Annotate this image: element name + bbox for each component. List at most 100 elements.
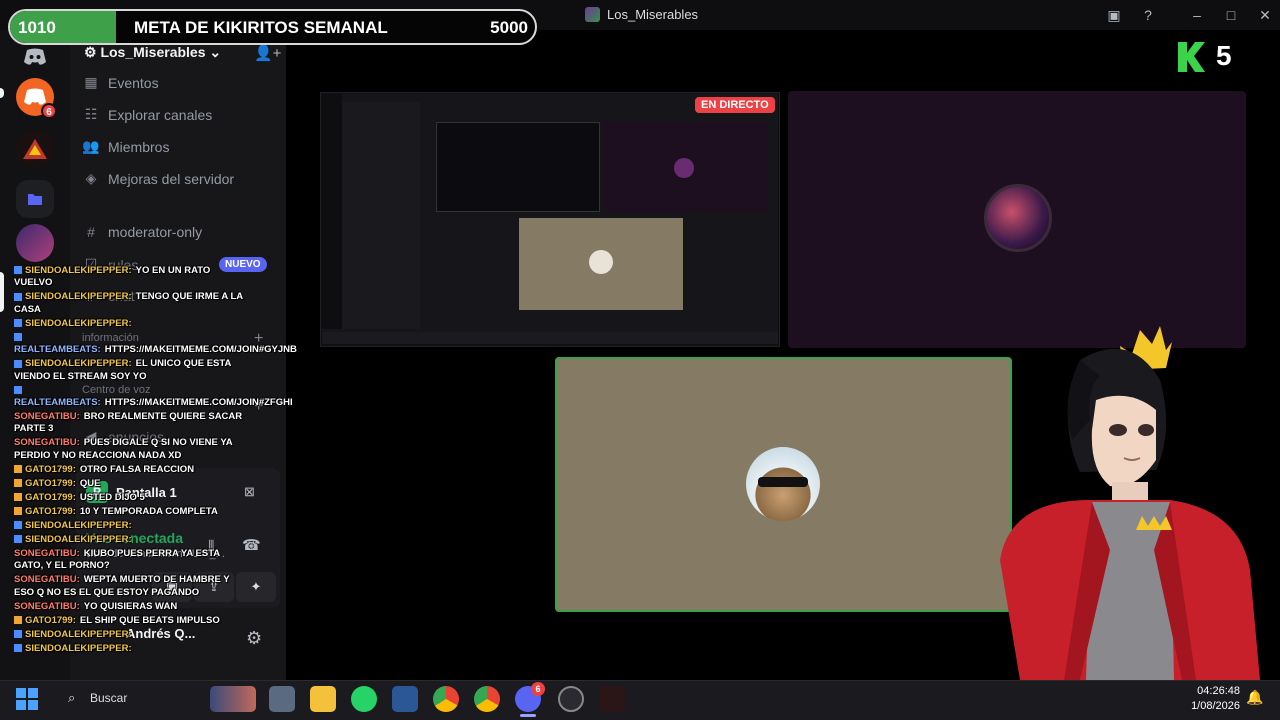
chat-message: SIENDOALEKIPEPPER: [14, 520, 244, 532]
user-settings-icon[interactable]: ⚙ [246, 628, 262, 649]
chat-badge-icon [14, 333, 22, 342]
nested-sidebar [342, 102, 420, 329]
clock-time: 04:26:48 [1197, 685, 1240, 697]
chat-message: GATO1799: OTRO FALSA REACCION [14, 464, 244, 476]
nested-avatar [589, 250, 613, 274]
chat-badge-icon [14, 493, 22, 502]
chat-username: SIENDOALEKIPEPPER: [25, 317, 132, 329]
chat-badge-icon [14, 616, 22, 625]
chat-username: GATO1799: [25, 477, 76, 489]
chat-username: SONEGATIBU: [14, 574, 80, 586]
chat-badge-icon [14, 630, 22, 639]
invite-user-icon[interactable]: 👤+ [254, 44, 281, 62]
chat-username: SIENDOALEKIPEPPER: [25, 291, 132, 303]
chat-username: SONEGATIBU: [14, 600, 80, 612]
chat-username: GATO1799: [25, 614, 76, 626]
chat-username: GATO1799: [25, 505, 76, 517]
window-title: Los_Miserables [607, 7, 699, 22]
chat-username: SIENDOALEKIPEPPER: [25, 628, 132, 640]
chat-badge-icon [14, 507, 22, 516]
chat-message: REALTEAMBEATS: HTTPS://MAKEITMEME.COM/JOI… [14, 385, 293, 410]
chat-badge-icon [14, 644, 22, 653]
chat-overlay: SIENDOALEKIPEPPER: YO EN UN RATO VUELVO SI… [14, 265, 297, 657]
word-icon[interactable] [392, 686, 418, 712]
chat-badge-icon [14, 359, 22, 368]
sidebar-item-mejoras[interactable]: ◈ Mejoras del servidor [82, 170, 234, 187]
sidebar-item-label: Mejoras del servidor [108, 170, 235, 187]
server-avatar[interactable] [16, 224, 54, 262]
chat-badge-icon [14, 266, 22, 275]
chat-username: REALTEAMBEATS: [14, 344, 101, 356]
sidebar-item-explorar[interactable]: ☷ Explorar canales [82, 106, 213, 123]
chrome-icon[interactable] [433, 686, 459, 712]
channel-label: moderator-only [108, 224, 203, 240]
live-badge: EN DIRECTO [695, 97, 775, 113]
disconnect-icon[interactable]: ☎ [242, 536, 261, 554]
participant-avatar [984, 184, 1052, 252]
sunglasses-icon [758, 477, 808, 487]
clock-date: 1/08/2026 [1191, 700, 1240, 712]
search-highlight-image [210, 686, 256, 712]
taskbar-search[interactable]: Buscar [90, 691, 127, 705]
selected-pill [0, 272, 4, 312]
obs-icon[interactable] [558, 686, 584, 712]
chat-message: SIENDOALEKIPEPPER: [14, 629, 244, 641]
nested-taskbar [322, 332, 778, 344]
chat-message: SONEGATIBU: PUES DIGALE Q SI NO VIENE YA … [14, 437, 244, 462]
boost-icon: ◈ [85, 170, 97, 186]
chat-message: SIENDOALEKIPEPPER: [14, 534, 244, 546]
discord-taskbar-icon[interactable]: 6 [515, 682, 545, 712]
chat-message: SONEGATIBU: KIUBO PUES PERRA YA ESTA GATO… [14, 548, 244, 573]
hash-icon: # [87, 224, 95, 240]
minimize-button[interactable]: – [1187, 7, 1207, 23]
chat-username: SONEGATIBU: [14, 547, 80, 559]
help-icon[interactable]: ? [1138, 7, 1158, 23]
server-orange[interactable]: 6 [16, 78, 57, 119]
server-icon [585, 7, 600, 22]
chat-badge-icon [14, 292, 22, 301]
channel-moderator-only[interactable]: # moderator-only [82, 224, 202, 240]
notification-badge: 6 [41, 103, 57, 119]
goal-bar: 1010 META DE KIKIRITOS SEMANAL 5000 [8, 9, 537, 45]
server-name: Los_Miserables [100, 44, 206, 60]
notification-bell-icon[interactable]: 🔔 [1246, 689, 1263, 706]
windows-start-icon[interactable] [16, 688, 38, 710]
chevron-down-icon: ⌄ [205, 44, 222, 60]
chat-message: GATO1799: 10 Y TEMPORADA COMPLETA [14, 506, 244, 518]
sidebar-item-eventos[interactable]: ▦ Eventos [82, 74, 158, 91]
calculator-icon[interactable] [269, 686, 295, 712]
chat-username: SIENDOALEKIPEPPER: [25, 519, 132, 531]
goal-target: 5000 [490, 18, 528, 37]
chat-text: HTTPS://MAKEITMEME.COM/JOIN#GYJNB [104, 344, 297, 356]
chat-badge-icon [14, 319, 22, 328]
inbox-icon[interactable]: ▣ [1104, 7, 1124, 23]
folder-icon[interactable] [16, 180, 54, 218]
close-screen-icon[interactable]: ⊠ [244, 484, 255, 500]
nested-avatar-2 [674, 158, 694, 178]
chat-message: GATO1799: USTED DIJO 5 [14, 492, 244, 504]
nested-rail [322, 94, 342, 329]
chat-message: REALTEAMBEATS: HTTPS://MAKEITMEME.COM/JOI… [14, 332, 297, 357]
triforce-app-icon[interactable] [599, 686, 625, 712]
taskbar [0, 680, 1280, 720]
chat-message: SIENDOALEKIPEPPER: [14, 318, 244, 330]
file-explorer-icon[interactable] [310, 686, 336, 712]
taskbar-clock: 04:26:48 1/08/2026 [1186, 684, 1240, 714]
close-button[interactable]: ✕ [1255, 7, 1275, 23]
chat-username: SIENDOALEKIPEPPER: [25, 358, 132, 370]
chat-message: SIENDOALEKIPEPPER: EL UNICO QUE ESTA VIEN… [14, 358, 244, 383]
sidebar-item-miembros[interactable]: 👥 Miembros [82, 138, 169, 155]
sidebar-item-label: Miembros [108, 138, 170, 155]
chat-username: GATO1799: [25, 491, 76, 503]
search-icon[interactable]: ⌕ [68, 690, 75, 706]
chat-username: SONEGATIBU: [14, 437, 80, 449]
server-header[interactable]: ⚙ Los_Miserables ⌄ [84, 44, 221, 61]
chat-message: SONEGATIBU: YO QUISIERAS WAN [14, 601, 244, 613]
whatsapp-icon[interactable] [351, 686, 377, 712]
goal-title: META DE KIKIRITOS SEMANAL [134, 18, 388, 37]
chrome-profile-icon[interactable] [474, 686, 500, 712]
members-icon: 👥 [82, 138, 100, 154]
server-triforce[interactable] [16, 130, 54, 168]
chat-username: GATO1799: [25, 463, 76, 475]
maximize-button[interactable]: □ [1221, 7, 1241, 23]
